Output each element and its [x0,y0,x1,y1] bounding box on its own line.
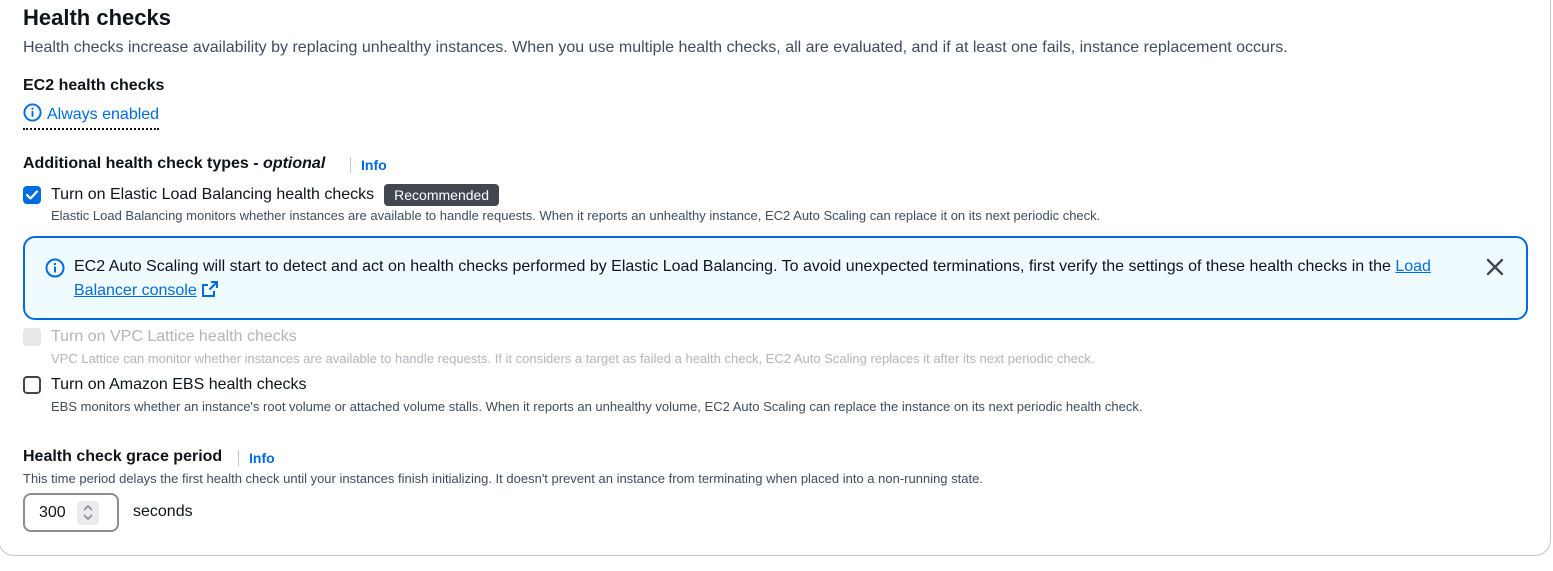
section-description: Health checks increase availability by r… [23,39,1288,56]
vpc-lattice-health-check-option: Turn on VPC Lattice health checks [23,328,297,346]
elb-health-check-option[interactable]: Turn on Elastic Load Balancing health ch… [23,184,500,206]
external-link-icon [201,281,218,297]
vpc-lattice-health-check-checkbox [23,328,41,346]
ebs-health-check-label: Turn on Amazon EBS health checks [51,376,307,393]
additional-health-check-label: Additional health check types - optional [23,155,326,172]
optional-label: optional [263,155,326,172]
ec2-health-checks-label: EC2 health checks [23,77,165,94]
additional-info-link[interactable]: Info [350,157,387,173]
ebs-health-check-option[interactable]: Turn on Amazon EBS health checks [23,376,307,394]
section-title: Health checks [23,5,171,30]
recommended-badge: Recommended [384,184,500,206]
elb-health-check-description: Elastic Load Balancing monitors whether … [51,208,1101,223]
chevron-up-icon[interactable] [83,505,93,511]
elb-health-check-checkbox[interactable] [23,186,41,204]
ebs-health-check-description: EBS monitors whether an instance's root … [51,399,1143,414]
number-stepper[interactable] [77,500,99,525]
always-enabled-text: Always enabled [47,106,160,123]
chevron-down-icon[interactable] [83,514,93,520]
vpc-lattice-health-check-label: Turn on VPC Lattice health checks [51,328,297,345]
elb-info-alert: EC2 Auto Scaling will start to detect an… [23,236,1528,320]
grace-period-value: 300 [39,503,66,521]
info-icon [23,103,42,127]
close-icon[interactable] [1484,256,1506,278]
grace-period-info-link[interactable]: Info [238,450,275,466]
grace-period-input[interactable]: 300 [23,493,119,532]
ebs-health-check-checkbox[interactable] [23,376,41,394]
always-enabled-popover[interactable]: Always enabled [23,103,160,130]
grace-period-label: Health check grace period [23,448,223,465]
alert-message: EC2 Auto Scaling will start to detect an… [74,258,1431,299]
elb-health-check-label: Turn on Elastic Load Balancing health ch… [51,186,375,203]
grace-period-description: This time period delays the first health… [23,471,983,486]
vpc-lattice-health-check-description: VPC Lattice can monitor whether instance… [51,351,1095,366]
grace-period-unit: seconds [133,503,193,520]
info-icon [45,258,65,278]
